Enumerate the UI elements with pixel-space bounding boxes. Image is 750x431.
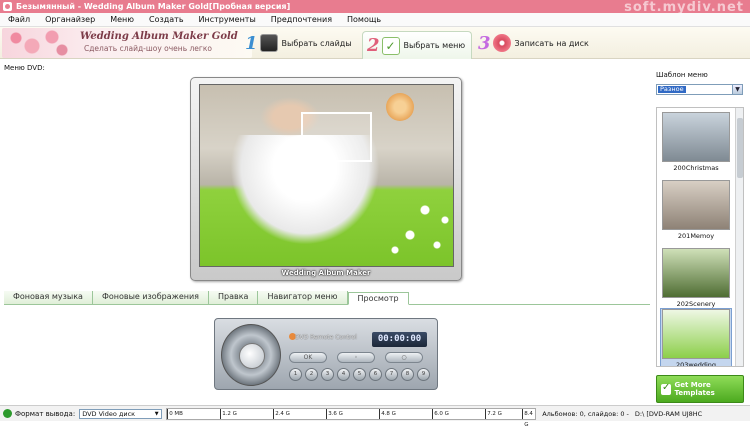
capacity-tick: 2.4 G: [273, 408, 290, 419]
menu-create[interactable]: Создать: [141, 15, 191, 24]
film-icon: [259, 34, 278, 52]
output-format-select[interactable]: DVD Video диск ▼: [79, 408, 163, 419]
tab-background-music[interactable]: Фоновая музыка: [4, 291, 93, 304]
capacity-tick: 7.2 G: [485, 408, 502, 419]
number-button[interactable]: 5: [353, 368, 366, 381]
tab-strip: Фоновая музыка Фоновые изображения Правк…: [4, 291, 650, 305]
number-buttons: 1 2 3 4 5 6 7 8 9: [289, 368, 430, 381]
menu-menu[interactable]: Меню: [102, 15, 141, 24]
capacity-tick: 8.4 G: [522, 408, 535, 428]
template-name: 203wedding: [675, 361, 717, 367]
number-button[interactable]: 7: [385, 368, 398, 381]
output-format-value: DVD Video диск: [82, 409, 136, 418]
template-label: Шаблон меню: [656, 71, 708, 79]
tab-background-images[interactable]: Фоновые изображения: [92, 291, 209, 304]
preview-daisies-image: [375, 190, 453, 266]
menu-tools[interactable]: Инструменты: [191, 15, 263, 24]
template-list: 200Christmas 201Memoy 202Scenery 203wedd…: [656, 107, 744, 367]
dvd-menu-label: Меню DVD:: [4, 64, 45, 72]
capacity-tick: 4.8 G: [379, 408, 396, 419]
checkmark-icon: [661, 382, 671, 395]
scrollbar-thumb[interactable]: [737, 118, 743, 178]
step-select-menu[interactable]: 2 Выбрать меню: [362, 31, 473, 59]
preview-caption: Wedding Album Maker: [281, 269, 371, 277]
template-thumbnail: [662, 180, 730, 230]
number-button[interactable]: 6: [369, 368, 382, 381]
disc-icon: [492, 34, 511, 52]
checkmark-icon: [381, 36, 400, 55]
step-number: 3: [478, 32, 491, 54]
number-button[interactable]: 3: [321, 368, 334, 381]
title-bar: Безымянный - Wedding Album Maker Gold[Пр…: [0, 0, 750, 15]
number-button[interactable]: 4: [337, 368, 350, 381]
step-number: 1: [245, 32, 258, 54]
template-category-value: Разное: [658, 85, 686, 93]
menu-preview: Wedding Album Maker: [190, 77, 462, 281]
ok-button[interactable]: OK: [289, 352, 327, 363]
preview-rose-image: [386, 93, 414, 121]
menu-preferences[interactable]: Предпочтения: [263, 15, 339, 24]
template-item-selected[interactable]: 203wedding: [660, 308, 732, 367]
menu-organizer[interactable]: Органайзер: [37, 15, 102, 24]
menu-bar: Файл Органайзер Меню Создать Инструменты…: [0, 13, 750, 27]
preview-screen[interactable]: [199, 84, 454, 267]
template-thumbnail: [662, 309, 730, 359]
capacity-tick: 0 MB: [167, 408, 183, 419]
disc-capacity-bar: 0 MB 1.2 G 2.4 G 3.6 G 4.8 G 6.0 G 7.2 G…: [166, 407, 537, 428]
menu-file[interactable]: Файл: [0, 15, 37, 24]
template-name: 202Scenery: [676, 300, 716, 308]
logo-slogan: Сделать слайд-шоу очень легко: [84, 44, 212, 53]
tab-menu-navigator[interactable]: Навигатор меню: [258, 291, 348, 304]
template-thumbnail: [662, 112, 730, 162]
template-scrollbar[interactable]: [735, 108, 743, 366]
template-item[interactable]: 201Memoy: [660, 180, 732, 240]
template-category-select[interactable]: Разное ▼: [656, 84, 743, 95]
template-name: 200Christmas: [673, 164, 719, 172]
flowers-icon: [2, 28, 72, 58]
tab-edit[interactable]: Правка: [209, 291, 259, 304]
dvd-remote-control: DVD Remote Control 00:00:00 OK ◦ ○ 1 2 3…: [214, 318, 438, 390]
album-count: Альбомов: 0, слайдов: 0 -: [542, 409, 629, 418]
preview-photo-frame[interactable]: [301, 112, 372, 162]
number-button[interactable]: 8: [401, 368, 414, 381]
template-item[interactable]: 202Scenery: [660, 248, 732, 308]
capacity-tick: 6.0 G: [432, 408, 449, 419]
template-thumbnail: [662, 248, 730, 298]
step-label: Записать на диск: [514, 38, 589, 48]
time-display: 00:00:00: [372, 332, 427, 347]
stop-button[interactable]: ◦: [337, 352, 375, 363]
status-icon: [3, 409, 12, 418]
output-format-label: Формат вывода:: [15, 409, 76, 418]
menu-button[interactable]: ○: [385, 352, 423, 363]
template-name: 201Memoy: [677, 232, 715, 240]
number-button[interactable]: 2: [305, 368, 318, 381]
step-label: Выбрать слайды: [281, 38, 352, 48]
wizard-header: Wedding Album Maker Gold Сделать слайд-ш…: [0, 27, 750, 59]
chevron-down-icon[interactable]: ▼: [732, 85, 742, 94]
window-title: Безымянный - Wedding Album Maker Gold[Пр…: [16, 2, 291, 11]
tab-preview[interactable]: Просмотр: [347, 292, 409, 305]
logo-name: Wedding Album Maker Gold: [80, 31, 238, 42]
step-label: Выбрать меню: [403, 41, 466, 50]
get-more-templates-button[interactable]: Get More Templates: [656, 375, 744, 403]
enter-button[interactable]: [239, 343, 265, 369]
number-button[interactable]: 1: [289, 368, 302, 381]
template-item[interactable]: 200Christmas: [660, 112, 732, 172]
app-logo: Wedding Album Maker Gold Сделать слайд-ш…: [2, 28, 252, 58]
app-icon: [3, 2, 12, 11]
drive-selector[interactable]: D:\ [DVD-RAM UJ8HC: [635, 410, 702, 418]
remote-title: DVD Remote Control: [295, 334, 357, 341]
step-number: 2: [367, 35, 380, 56]
get-more-templates-label: Get More Templates: [674, 381, 715, 397]
step-burn-disc[interactable]: 3 Записать на диск: [478, 31, 589, 55]
status-bar: Формат вывода: DVD Video диск ▼ 0 MB 1.2…: [0, 405, 750, 428]
menu-template-panel: Шаблон меню Разное ▼ 200Christmas 201Mem…: [654, 67, 750, 405]
capacity-tick: 3.6 G: [326, 408, 343, 419]
navigation-wheel[interactable]: [221, 324, 281, 386]
chevron-down-icon[interactable]: ▼: [152, 410, 161, 418]
menu-help[interactable]: Помощь: [339, 15, 388, 24]
step-select-slides[interactable]: 1 Выбрать слайды: [245, 31, 352, 55]
capacity-tick: 1.2 G: [220, 408, 237, 419]
number-button[interactable]: 9: [417, 368, 430, 381]
